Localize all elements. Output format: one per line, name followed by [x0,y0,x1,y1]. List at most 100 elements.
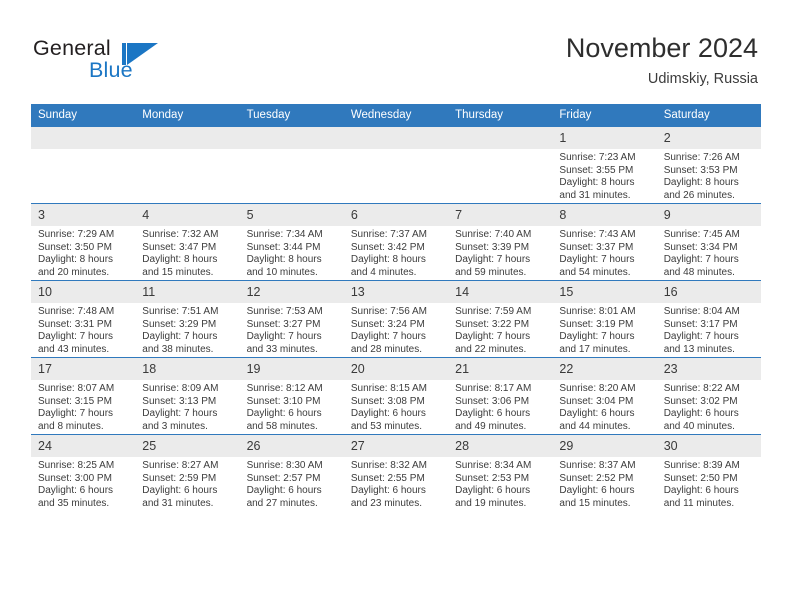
day-number: 2 [656,127,761,149]
calendar-day-cell[interactable]: 6 Sunrise: 7:37 AM Sunset: 3:42 PM Daylight… [343,203,449,281]
day-info-line: Sunset: 3:39 PM [455,241,530,253]
day-info-line: and 13 minutes. [663,343,735,355]
day-info-line: Daylight: 7 hours [246,331,322,343]
calendar-day-cell[interactable]: 24 Sunrise: 8:25 AM Sunset: 3:00 PM Dayligh… [31,434,136,511]
calendar-day-cell[interactable]: 15 Sunrise: 8:01 AM Sunset: 3:19 PM Dayligh… [552,280,657,358]
day-info-line: Daylight: 7 hours [350,331,426,343]
day-info-line: Sunset: 3:50 PM [38,241,112,253]
calendar-day-cell[interactable]: 12 Sunrise: 7:53 AM Sunset: 3:27 PM Dayligh… [239,280,344,358]
day-info-line: Sunset: 3:24 PM [350,318,425,330]
day-number: 7 [448,204,553,226]
day-number: 10 [31,281,136,303]
day-number: 23 [656,358,761,380]
calendar-day-cell[interactable]: 21 Sunrise: 8:17 AM Sunset: 3:06 PM Dayligh… [448,357,553,435]
day-sun-info: Sunrise: 8:12 AM Sunset: 3:10 PM Daylight:… [240,380,344,433]
day-info-line: Daylight: 6 hours [663,408,739,420]
calendar-day-cell[interactable]: 23 Sunrise: 8:22 AM Sunset: 3:02 PM Dayligh… [656,357,761,435]
day-info-line: and 48 minutes. [663,266,735,278]
calendar-day-cell[interactable]: 16 Sunrise: 8:04 AM Sunset: 3:17 PM Dayligh… [656,280,761,358]
day-info-line: Sunset: 3:06 PM [455,395,530,407]
calendar-day-cell[interactable]: 13 Sunrise: 7:56 AM Sunset: 3:24 PM Dayligh… [343,280,449,358]
day-info-line: Sunset: 3:44 PM [246,241,321,253]
calendar-day-cell[interactable]: 17 Sunrise: 8:07 AM Sunset: 3:15 PM Dayligh… [31,357,136,435]
day-info-line: Daylight: 8 hours [559,177,635,189]
weekday-header-monday: Monday [135,104,240,127]
day-number: 20 [343,358,449,380]
day-info-line: Sunrise: 8:27 AM [142,460,219,471]
day-number: 8 [552,204,657,226]
day-number: 16 [656,281,761,303]
calendar-day-cell[interactable]: 3 Sunrise: 7:29 AM Sunset: 3:50 PM Daylight… [31,203,136,281]
day-info-line: Sunrise: 7:23 AM [559,152,636,163]
calendar-day-cell[interactable]: 7 Sunrise: 7:40 AM Sunset: 3:39 PM Daylight… [448,203,553,281]
day-sun-info: Sunrise: 8:30 AM Sunset: 2:57 PM Daylight:… [240,457,344,510]
day-sun-info: Sunrise: 7:29 AM Sunset: 3:50 PM Daylight:… [31,226,135,279]
weekday-header-wednesday: Wednesday [343,104,449,127]
day-info-line: Sunset: 3:08 PM [350,395,425,407]
calendar-day-cell[interactable]: 4 Sunrise: 7:32 AM Sunset: 3:47 PM Daylight… [135,203,240,281]
day-info-line: Sunset: 3:55 PM [559,164,634,176]
calendar-day-cell[interactable]: 2 Sunrise: 7:26 AM Sunset: 3:53 PM Daylight… [656,126,761,204]
day-sun-info: Sunrise: 7:34 AM Sunset: 3:44 PM Daylight:… [240,226,344,279]
day-info-line: Sunrise: 7:37 AM [350,229,427,240]
day-info-line: Sunset: 3:19 PM [559,318,634,330]
day-info-line: and 49 minutes. [455,420,527,432]
day-info-line: Sunrise: 8:37 AM [559,460,636,471]
day-info-line: and 26 minutes. [663,189,735,201]
day-info-line: Sunset: 3:00 PM [38,472,112,484]
day-info-line: Sunset: 3:31 PM [38,318,112,330]
day-info-line: Sunrise: 7:26 AM [663,152,740,163]
calendar-day-cell[interactable]: 22 Sunrise: 8:20 AM Sunset: 3:04 PM Dayligh… [552,357,657,435]
day-info-line: Daylight: 8 hours [350,254,426,266]
calendar-day-cell[interactable]: 25 Sunrise: 8:27 AM Sunset: 2:59 PM Dayligh… [135,434,240,511]
calendar-day-cell[interactable]: 10 Sunrise: 7:48 AM Sunset: 3:31 PM Dayligh… [31,280,136,358]
calendar-day-cell[interactable]: 28 Sunrise: 8:34 AM Sunset: 2:53 PM Dayligh… [448,434,553,511]
day-info-line: Daylight: 7 hours [38,331,114,343]
day-number: 9 [656,204,761,226]
day-sun-info: Sunrise: 8:17 AM Sunset: 3:06 PM Daylight:… [448,380,552,433]
calendar-day-cell[interactable]: 20 Sunrise: 8:15 AM Sunset: 3:08 PM Dayligh… [343,357,449,435]
calendar-day-cell[interactable]: 8 Sunrise: 7:43 AM Sunset: 3:37 PM Daylight… [552,203,657,281]
calendar-day-cell[interactable]: 27 Sunrise: 8:32 AM Sunset: 2:55 PM Dayligh… [343,434,449,511]
day-info-line: Daylight: 7 hours [663,331,739,343]
day-info-line: Sunrise: 8:25 AM [38,460,115,471]
calendar-day-cell[interactable]: 19 Sunrise: 8:12 AM Sunset: 3:10 PM Dayligh… [239,357,344,435]
day-info-line: Sunrise: 7:40 AM [455,229,532,240]
calendar-day-cell[interactable]: 11 Sunrise: 7:51 AM Sunset: 3:29 PM Dayligh… [135,280,240,358]
day-number: 30 [656,435,761,457]
day-info-line: Daylight: 7 hours [663,254,739,266]
day-info-line: Sunrise: 7:32 AM [142,229,219,240]
day-info-line: and 22 minutes. [455,343,527,355]
calendar-day-cell[interactable]: 14 Sunrise: 7:59 AM Sunset: 3:22 PM Dayligh… [448,280,553,358]
day-number: 1 [552,127,657,149]
calendar-day-cell[interactable]: 9 Sunrise: 7:45 AM Sunset: 3:34 PM Daylight… [656,203,761,281]
day-info-line: Daylight: 8 hours [142,254,218,266]
weekday-header-friday: Friday [552,104,657,127]
day-info-line: Sunset: 2:59 PM [142,472,217,484]
day-number: 19 [239,358,344,380]
day-info-line: Sunset: 3:29 PM [142,318,217,330]
day-info-line: Daylight: 7 hours [142,408,218,420]
day-sun-info: Sunrise: 7:23 AM Sunset: 3:55 PM Daylight:… [552,149,656,202]
brand-logo[interactable]: General Blue [33,36,233,84]
day-info-line: and 31 minutes. [559,189,631,201]
day-info-line: Sunset: 3:04 PM [559,395,634,407]
day-info-line: Sunset: 3:22 PM [455,318,530,330]
day-number: 5 [239,204,344,226]
day-number [135,127,240,149]
calendar-day-cell[interactable]: 29 Sunrise: 8:37 AM Sunset: 2:52 PM Dayligh… [552,434,657,511]
day-info-line: and 33 minutes. [246,343,318,355]
calendar-day-cell[interactable]: 26 Sunrise: 8:30 AM Sunset: 2:57 PM Dayligh… [239,434,344,511]
weekday-header-tuesday: Tuesday [239,104,344,127]
calendar-day-cell[interactable]: 18 Sunrise: 8:09 AM Sunset: 3:13 PM Dayligh… [135,357,240,435]
day-info-line: Sunset: 2:55 PM [350,472,425,484]
calendar-day-cell[interactable]: 5 Sunrise: 7:34 AM Sunset: 3:44 PM Daylight… [239,203,344,281]
day-info-line: Daylight: 7 hours [142,331,218,343]
calendar-day-cell-empty [31,126,136,204]
calendar-day-cell[interactable]: 1 Sunrise: 7:23 AM Sunset: 3:55 PM Daylight… [552,126,657,204]
day-info-line: Daylight: 6 hours [142,485,218,497]
day-sun-info: Sunrise: 7:37 AM Sunset: 3:42 PM Daylight:… [344,226,448,279]
day-info-line: Sunset: 3:53 PM [663,164,738,176]
day-number: 29 [552,435,657,457]
calendar-day-cell[interactable]: 30 Sunrise: 8:39 AM Sunset: 2:50 PM Dayligh… [656,434,761,511]
